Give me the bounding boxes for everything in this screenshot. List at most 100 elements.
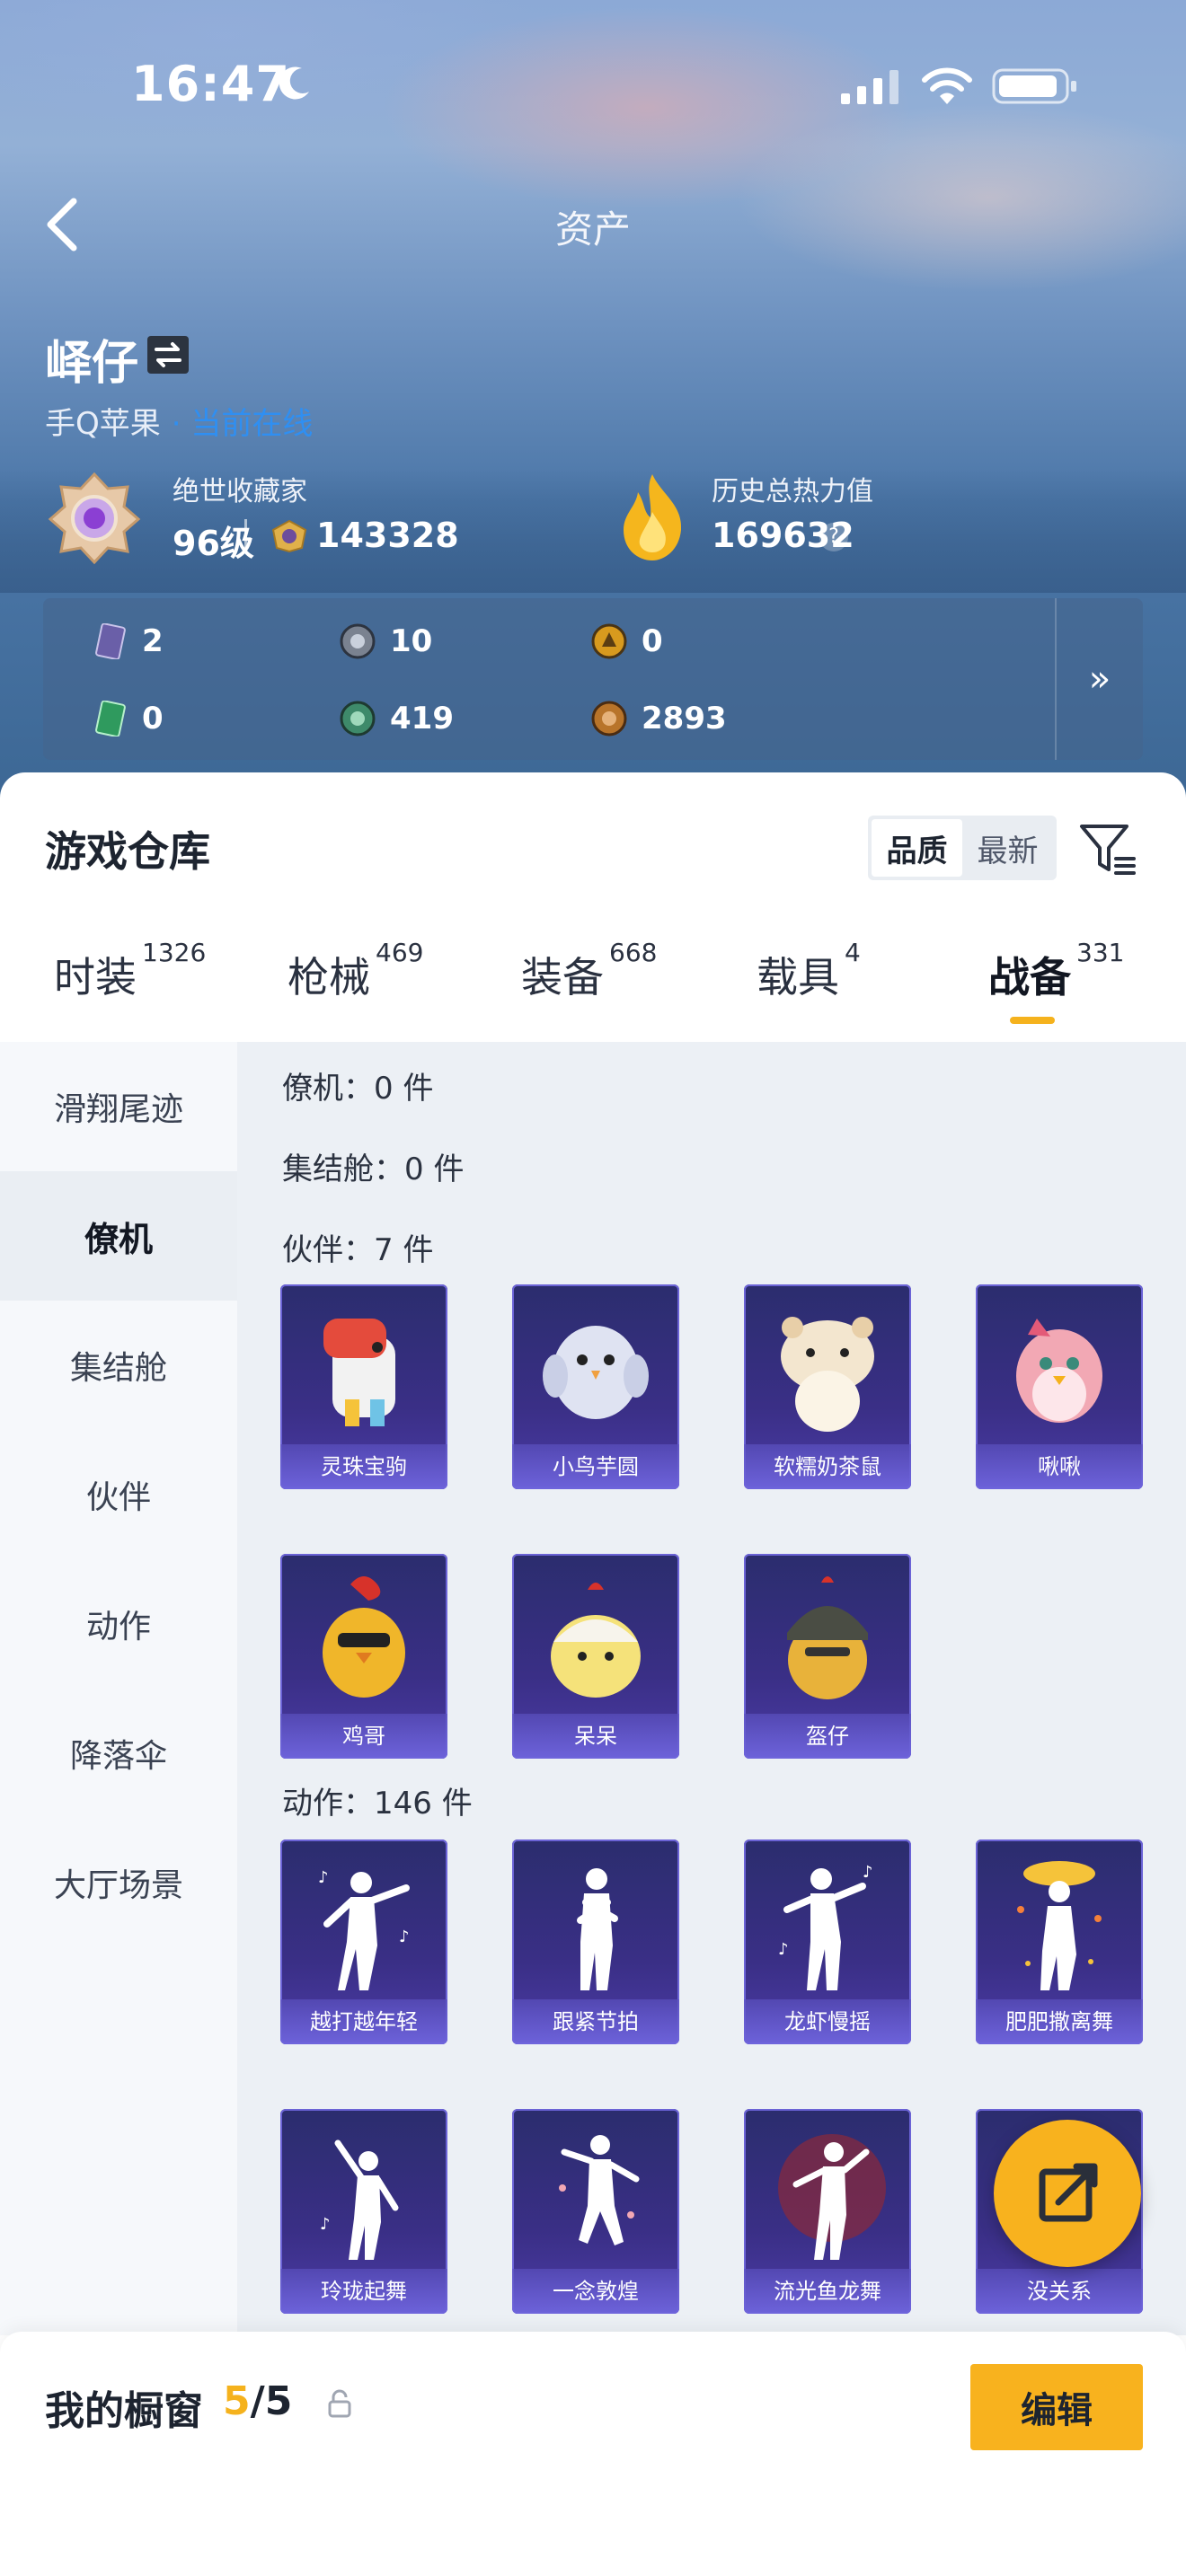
chick-toy-icon bbox=[551, 1583, 641, 1698]
currency-value: 419 bbox=[390, 701, 454, 737]
tab-weapons[interactable]: 枪械 469 bbox=[288, 938, 423, 1028]
showcase-used: 5 bbox=[223, 2378, 251, 2424]
item-card[interactable]: 鸡哥 bbox=[280, 1554, 447, 1759]
item-name: 一念敦煌 bbox=[512, 2269, 679, 2314]
showcase-title: 我的橱窗 bbox=[45, 2388, 203, 2434]
currency-panel: 2 10 0 0 419 2893 » bbox=[43, 598, 1143, 760]
sidebar-item-wingman[interactable]: 僚机 bbox=[0, 1171, 237, 1301]
item-card[interactable]: 一念敦煌 bbox=[512, 2109, 679, 2314]
dunhuang-pose-icon bbox=[559, 2135, 640, 2245]
card-icon bbox=[95, 623, 126, 659]
pink-bird-toy-icon bbox=[1016, 1319, 1102, 1423]
battery-icon bbox=[992, 68, 1076, 104]
graceful-pose-icon: ♪ bbox=[320, 2139, 399, 2260]
sub-category-nav: 滑翔尾迹 僚机 集结舱 伙伴 动作 降落伞 大厅场景 bbox=[0, 1042, 237, 2335]
sort-toggle: 品质 最新 bbox=[868, 816, 1057, 880]
item-name: 跟紧节拍 bbox=[512, 1999, 679, 2044]
svg-text:♪: ♪ bbox=[778, 1940, 789, 1959]
item-card[interactable]: 流光鱼龙舞 bbox=[744, 2109, 911, 2314]
item-card[interactable]: 灵珠宝驹 bbox=[280, 1284, 447, 1489]
tab-equipment[interactable]: 装备 668 bbox=[521, 938, 657, 1028]
sidebar-item-assembly-pod[interactable]: 集结舱 bbox=[0, 1301, 237, 1430]
tab-battle-gear[interactable]: 战备 331 bbox=[988, 938, 1124, 1028]
item-card[interactable]: ♪ ♪ 龙虾慢摇 bbox=[744, 1839, 911, 2044]
status-time: 16:47 bbox=[131, 56, 290, 112]
item-name: 肥肥撒离舞 bbox=[976, 1999, 1143, 2044]
divider bbox=[244, 519, 247, 553]
fish-dragon-pose-icon bbox=[778, 2134, 886, 2260]
tab-label: 时装 bbox=[54, 953, 137, 1001]
item-name: 啾啾 bbox=[976, 1444, 1143, 1489]
rank-level: 96级 bbox=[173, 524, 254, 563]
item-card[interactable]: 肥肥撒离舞 bbox=[976, 1839, 1143, 2044]
tab-count: 4 bbox=[845, 938, 861, 967]
collector-rank-badge-icon[interactable] bbox=[45, 469, 144, 568]
tab-count: 668 bbox=[609, 938, 658, 967]
item-name: 灵珠宝驹 bbox=[280, 1444, 447, 1489]
currency-value: 0 bbox=[642, 623, 663, 659]
tab-vehicles[interactable]: 载具 4 bbox=[757, 938, 861, 1028]
flame-icon bbox=[624, 474, 682, 560]
share-fab-button[interactable] bbox=[994, 2120, 1141, 2267]
platform-label: 手Q苹果 · 当前在线 bbox=[45, 399, 313, 443]
edit-button[interactable]: 编辑 bbox=[970, 2364, 1143, 2450]
tab-label: 载具 bbox=[757, 953, 839, 1001]
sort-newest-option[interactable]: 最新 bbox=[962, 819, 1053, 877]
item-card[interactable]: 啾啾 bbox=[976, 1284, 1143, 1489]
currency-item: 0 bbox=[92, 701, 164, 737]
signal-icon bbox=[841, 70, 898, 104]
sidebar-item-emote[interactable]: 动作 bbox=[0, 1559, 237, 1689]
page-title: 资产 bbox=[554, 207, 631, 251]
sidebar-item-parachute[interactable]: 降落伞 bbox=[0, 1689, 237, 1818]
gold-coin-icon bbox=[591, 623, 627, 659]
item-card[interactable]: ♪ ♪ 越打越年轻 bbox=[280, 1839, 447, 2044]
party-pose-icon bbox=[1017, 1861, 1102, 1990]
item-name: 没关系 bbox=[976, 2269, 1143, 2314]
sway-pose-icon: ♪♪ bbox=[778, 1863, 873, 1990]
tab-count: 331 bbox=[1076, 938, 1125, 967]
dance-pose-icon: ♪♪ bbox=[318, 1868, 410, 1990]
svg-text:♪: ♪ bbox=[863, 1863, 873, 1882]
item-card[interactable]: 盔仔 bbox=[744, 1554, 911, 1759]
tab-fashion[interactable]: 时装 1326 bbox=[54, 938, 206, 1028]
moon-icon bbox=[279, 66, 309, 100]
svg-text:♪: ♪ bbox=[399, 1928, 410, 1946]
showcase-bar: 我的橱窗 5/5 编辑 bbox=[0, 2332, 1186, 2576]
section-label-partner: 伙伴：7 件 bbox=[282, 1232, 434, 1268]
item-name: 鸡哥 bbox=[280, 1714, 447, 1759]
item-card[interactable]: 跟紧节拍 bbox=[512, 1839, 679, 2044]
sidebar-item-lobby-scene[interactable]: 大厅场景 bbox=[0, 1818, 237, 1947]
category-tabs: 时装 1326 枪械 469 装备 668 载具 4 战备 331 bbox=[0, 938, 1186, 1037]
collect-points-value: 143328 bbox=[316, 516, 459, 555]
switch-account-icon[interactable] bbox=[147, 336, 189, 374]
sidebar-item-glide-trail[interactable]: 滑翔尾迹 bbox=[0, 1042, 237, 1171]
active-tab-indicator bbox=[1010, 1017, 1055, 1024]
section-label-wingman: 僚机：0 件 bbox=[282, 1071, 434, 1107]
showcase-count: 5/5 bbox=[223, 2378, 292, 2424]
item-name: 玲珑起舞 bbox=[280, 2269, 447, 2314]
currency-value: 2893 bbox=[642, 701, 727, 737]
sidebar-item-partner[interactable]: 伙伴 bbox=[0, 1430, 237, 1559]
section-label-assembly: 集结舱：0 件 bbox=[282, 1151, 465, 1187]
showcase-total: /5 bbox=[250, 2378, 293, 2424]
item-name: 软糯奶茶鼠 bbox=[744, 1444, 911, 1489]
help-icon[interactable]: ? bbox=[819, 523, 848, 551]
item-card[interactable]: 小鸟芋圆 bbox=[512, 1284, 679, 1489]
item-name: 龙虾慢摇 bbox=[744, 1999, 911, 2044]
sort-quality-option[interactable]: 品质 bbox=[872, 819, 962, 877]
filter-icon[interactable] bbox=[1076, 817, 1139, 880]
item-card[interactable]: ♪ 玲珑起舞 bbox=[280, 2109, 447, 2314]
currency-more-button[interactable]: » bbox=[1055, 598, 1143, 760]
tab-count: 1326 bbox=[142, 938, 207, 967]
warehouse-title: 游戏仓库 bbox=[45, 827, 210, 876]
helmet-chick-toy-icon bbox=[787, 1576, 868, 1699]
hamster-toy-icon bbox=[781, 1317, 874, 1432]
currency-value: 2 bbox=[142, 623, 164, 659]
tab-count: 469 bbox=[376, 938, 424, 967]
green-card-icon bbox=[95, 701, 126, 737]
tab-label: 战备 bbox=[988, 953, 1071, 1001]
item-card[interactable]: 呆呆 bbox=[512, 1554, 679, 1759]
currency-item: 0 bbox=[591, 623, 663, 659]
item-card[interactable]: 软糯奶茶鼠 bbox=[744, 1284, 911, 1489]
item-name: 盔仔 bbox=[744, 1714, 911, 1759]
